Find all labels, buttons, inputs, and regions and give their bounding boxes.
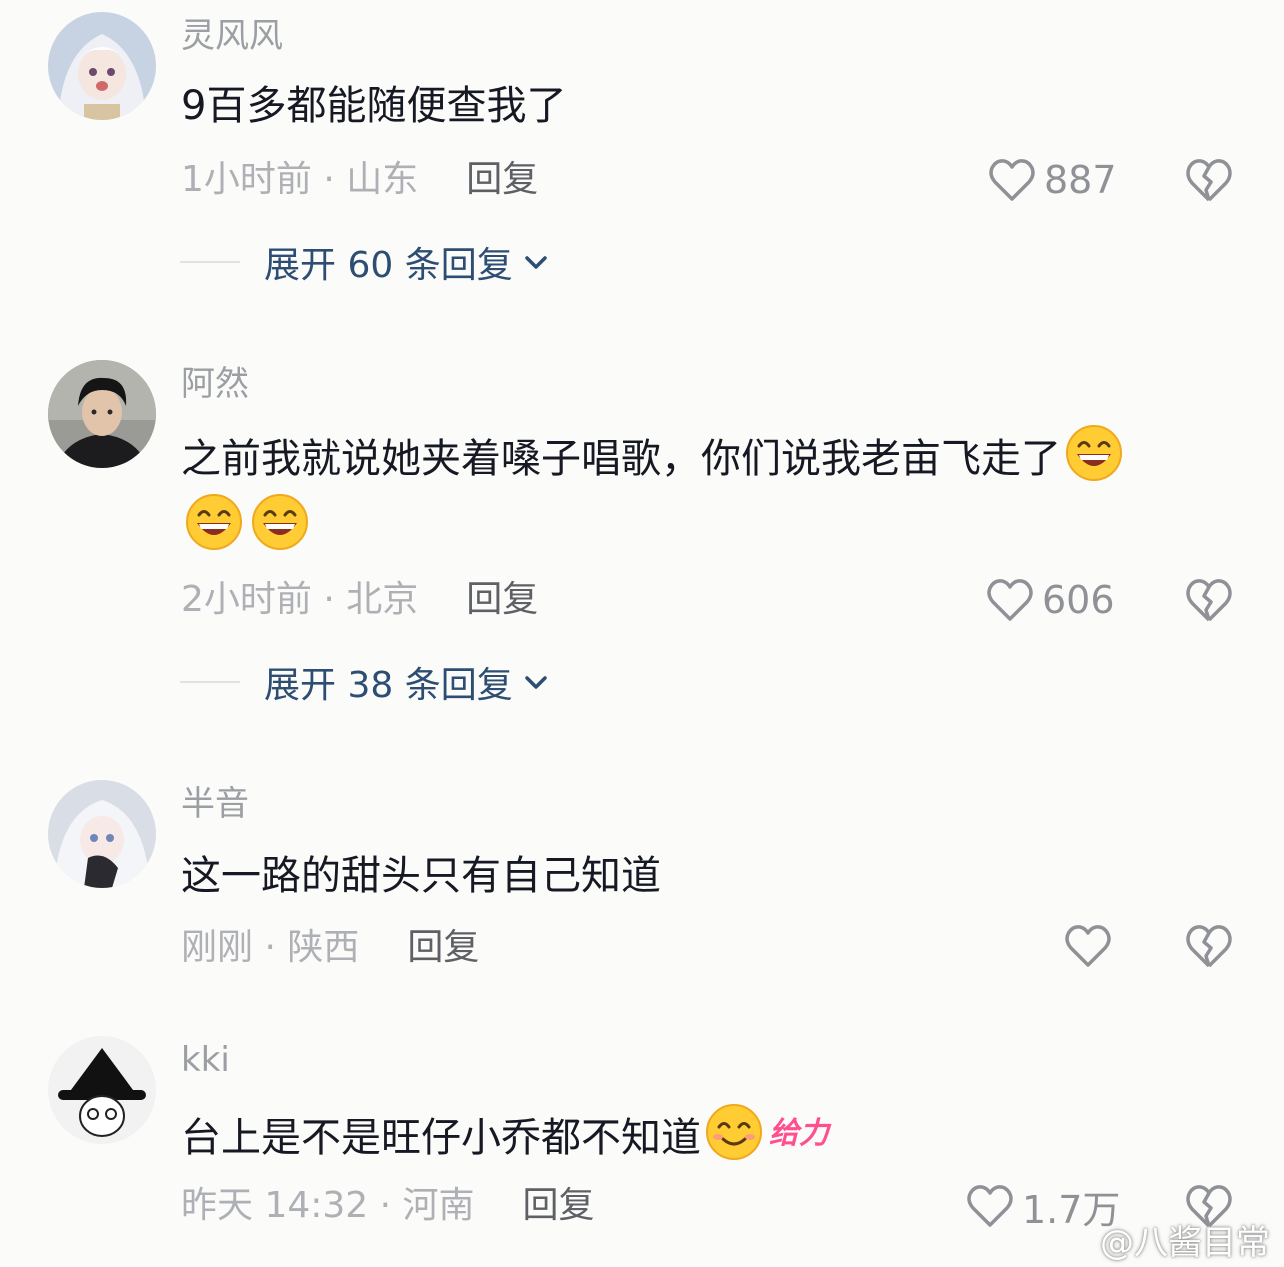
dislike-button[interactable] xyxy=(1184,922,1234,970)
heart-outline-icon xyxy=(987,579,1033,621)
expand-replies-label: 展开 60 条回复 xyxy=(264,245,513,286)
username[interactable]: 半音 xyxy=(181,784,249,824)
avatar[interactable] xyxy=(48,360,156,468)
reply-button[interactable]: 回复 xyxy=(523,1185,595,1226)
comment-meta: 昨天 14:32 · 河南 回复 xyxy=(181,1184,595,1228)
divider xyxy=(180,261,240,263)
heart-outline-icon xyxy=(967,1185,1013,1227)
grin-emoji xyxy=(185,493,243,551)
divider xyxy=(180,681,240,683)
comment-meta: 1小时前 · 山东 回复 xyxy=(181,158,538,202)
watermark: @八酱目常 xyxy=(1100,1223,1270,1263)
like-button[interactable]: 606 xyxy=(986,576,1115,624)
like-button[interactable] xyxy=(1064,922,1120,970)
reply-button[interactable]: 回复 xyxy=(466,159,538,200)
comment-text: 台上是不是旺仔小乔都不知道 给力 xyxy=(181,1100,1241,1172)
expand-replies[interactable]: 展开 38 条回复 xyxy=(180,660,549,706)
avatar[interactable] xyxy=(48,12,156,120)
grin-emoji xyxy=(1065,424,1123,482)
comment-text: 这一路的甜头只有自己知道 xyxy=(181,853,661,899)
reply-button[interactable]: 回复 xyxy=(466,579,538,620)
time-location: 1小时前 · 山东 xyxy=(181,159,419,200)
comment-meta: 2小时前 · 北京 回复 xyxy=(181,578,538,622)
time-location: 昨天 14:32 · 河南 xyxy=(181,1185,475,1226)
reply-button[interactable]: 回复 xyxy=(407,927,479,968)
comment-text-body: 台上是不是旺仔小乔都不知道 xyxy=(181,1115,701,1161)
username[interactable]: kki xyxy=(181,1040,230,1080)
dislike-button[interactable] xyxy=(1184,156,1234,204)
heart-outline-icon xyxy=(989,159,1035,201)
username[interactable]: 灵风风 xyxy=(181,16,283,56)
expand-replies[interactable]: 展开 60 条回复 xyxy=(180,240,549,286)
avatar[interactable] xyxy=(48,1036,156,1144)
avatar[interactable] xyxy=(48,780,156,888)
like-button[interactable]: 1.7万 xyxy=(966,1182,1120,1232)
username[interactable]: 阿然 xyxy=(181,364,249,404)
comment-text-body: 之前我就说她夹着嗓子唱歌，你们说我老亩飞走了 xyxy=(181,436,1061,482)
like-count: 887 xyxy=(1044,158,1117,202)
heart-outline-icon xyxy=(1065,925,1111,967)
expand-replies-label: 展开 38 条回复 xyxy=(264,665,513,706)
comment-text: 之前我就说她夹着嗓子唱歌，你们说我老亩飞走了 xyxy=(181,424,1241,562)
dislike-button[interactable] xyxy=(1184,576,1234,624)
chevron-down-icon xyxy=(524,676,547,689)
comment-text: 9百多都能随便查我了 xyxy=(181,83,567,129)
chevron-down-icon xyxy=(524,256,547,269)
broken-heart-icon xyxy=(1186,925,1232,968)
comment-meta: 刚刚 · 陕西 回复 xyxy=(181,926,479,970)
broken-heart-icon xyxy=(1186,579,1232,622)
smile-emoji xyxy=(705,1103,763,1161)
like-count: 606 xyxy=(1042,578,1115,622)
grin-emoji xyxy=(251,493,309,551)
time-location: 2小时前 · 北京 xyxy=(181,579,419,620)
time-location: 刚刚 · 陕西 xyxy=(181,927,360,968)
broken-heart-icon xyxy=(1186,159,1232,202)
like-button[interactable]: 887 xyxy=(988,156,1117,204)
geili-sticker: 给力 xyxy=(769,1116,829,1151)
